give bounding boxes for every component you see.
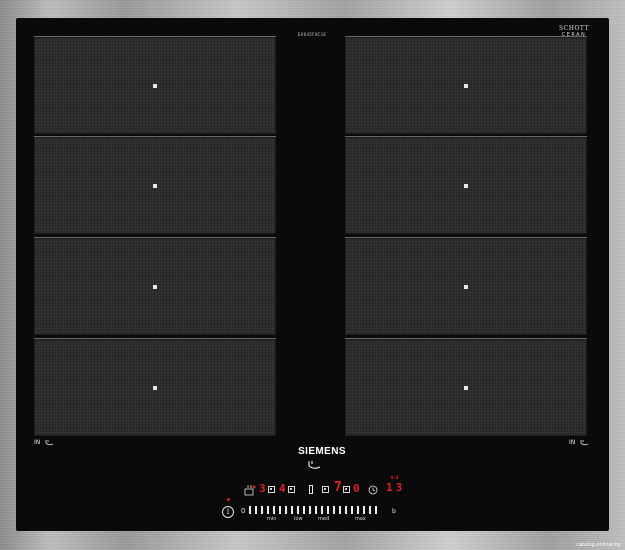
- zone-left-display: 3: [259, 482, 266, 495]
- scale-zero-label: 0: [241, 507, 246, 515]
- zone-center-dot: [153, 83, 157, 88]
- timer-badge: 0:0: [391, 475, 399, 480]
- zone-center-dot: [153, 385, 157, 390]
- boost-button[interactable]: b: [392, 508, 396, 515]
- main-switch-button[interactable]: i: [222, 506, 234, 518]
- zone-left-level: 4: [279, 482, 286, 495]
- scale-label-med: med: [318, 516, 330, 522]
- cooking-zone-left-1[interactable]: [34, 36, 276, 134]
- zone-center-dot: [464, 385, 468, 390]
- watermark: catalog.onliner.by: [576, 542, 621, 548]
- induction-label-right: IN: [569, 439, 589, 446]
- cooking-zone-left-3[interactable]: [34, 237, 276, 335]
- timer-clock-icon[interactable]: [368, 485, 378, 495]
- zone-center-dot: [153, 284, 157, 289]
- zone-center-dot: [464, 83, 468, 88]
- ceramic-glass: EX645FXC1E SCHOTT CERAN glass ceramic IN…: [16, 18, 609, 531]
- center-zone-icon[interactable]: [309, 485, 313, 494]
- cooking-zone-right-2[interactable]: [345, 136, 587, 234]
- cooking-zone-left-2[interactable]: [34, 136, 276, 234]
- scale-label-min: min: [267, 516, 277, 522]
- right-zone-display: 0: [353, 482, 360, 495]
- timer-readout: 13: [386, 481, 406, 494]
- brand-logo: SIEMENS: [298, 446, 346, 457]
- zone-center-dot: [464, 183, 468, 188]
- power-indicator-led: [227, 498, 230, 501]
- zone-select-icon[interactable]: [343, 486, 350, 493]
- cooking-zone-right-4[interactable]: [345, 338, 587, 436]
- induction-coil-icon: [45, 440, 54, 446]
- scale-label-low: low: [294, 516, 303, 522]
- model-code: EX645FXC1E: [297, 32, 327, 37]
- zone-select-icon[interactable]: [322, 486, 329, 493]
- power-slider[interactable]: [249, 506, 379, 514]
- induction-label-left: IN: [34, 439, 54, 446]
- zone-select-icon[interactable]: [288, 486, 295, 493]
- scale-label-max: max: [355, 516, 366, 522]
- sensor-cooking-icon[interactable]: [244, 484, 256, 496]
- induction-icon: [308, 461, 321, 469]
- zone-select-icon[interactable]: [268, 486, 275, 493]
- zone-center-dot: [464, 284, 468, 289]
- induction-coil-icon: [580, 440, 589, 446]
- cooking-zone-right-3[interactable]: [345, 237, 587, 335]
- cooking-zone-left-4[interactable]: [34, 338, 276, 436]
- zone-center-dot: [153, 183, 157, 188]
- center-zone-display: 7: [334, 480, 342, 495]
- cooking-zone-right-1[interactable]: [345, 36, 587, 134]
